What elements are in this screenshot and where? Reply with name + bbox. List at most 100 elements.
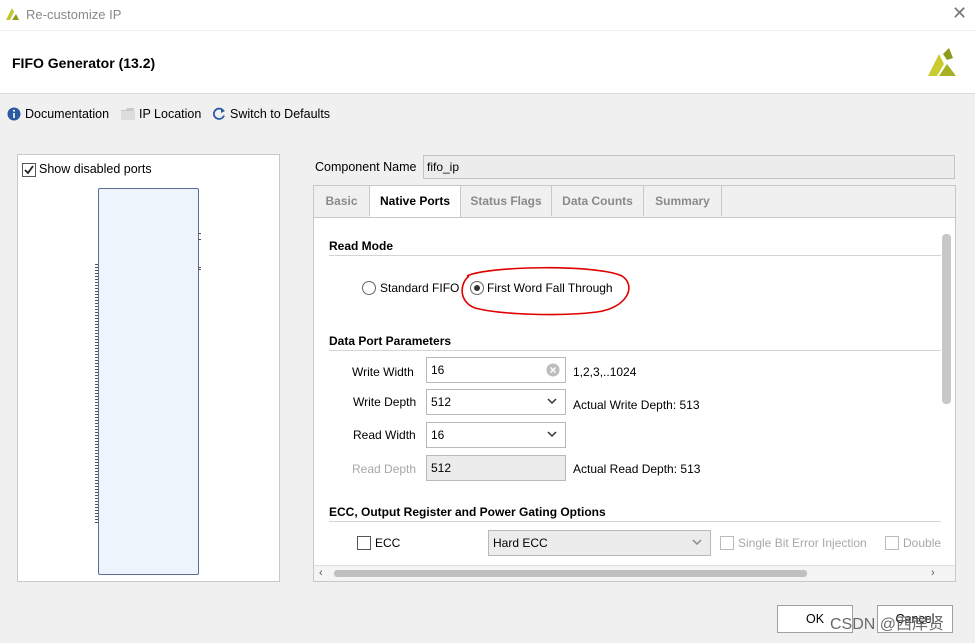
switch-defaults-label: Switch to Defaults: [230, 107, 331, 121]
data-port-divider: [329, 350, 941, 351]
port-pin: [95, 327, 98, 328]
ecc-label: ECC: [375, 536, 401, 550]
port-pin: [95, 315, 98, 316]
info-icon: [7, 107, 21, 121]
tab-data-counts[interactable]: Data Counts: [552, 186, 644, 216]
show-disabled-label: Show disabled ports: [39, 162, 152, 176]
ip-location-button[interactable]: IP Location: [121, 107, 201, 121]
port-pin: [95, 480, 98, 481]
write-depth-select[interactable]: 512: [426, 389, 566, 415]
tab-status-flags[interactable]: Status Flags: [461, 186, 552, 216]
port-pin: [95, 486, 98, 487]
port-pin: [95, 504, 98, 505]
port-pin: [95, 381, 98, 382]
port-pin: [95, 339, 98, 340]
vivado-logo-icon: [6, 8, 19, 20]
port-pin: [198, 239, 201, 240]
port-pin: [95, 510, 98, 511]
double-bit-label: Double: [903, 536, 941, 550]
port-pin: [95, 474, 98, 475]
port-pin: [95, 360, 98, 361]
port-pin: [95, 336, 98, 337]
port-pin: [95, 384, 98, 385]
vertical-scrollbar[interactable]: [942, 234, 951, 404]
standard-fifo-radio[interactable]: [362, 281, 376, 295]
port-pin: [95, 516, 98, 517]
read-depth-value: 512: [431, 461, 452, 475]
read-depth-label: Read Depth: [352, 462, 417, 476]
port-pin: [95, 333, 98, 334]
scroll-left-icon[interactable]: ‹: [319, 567, 323, 579]
window-title: Re-customize IP: [26, 7, 122, 22]
port-pin: [95, 351, 98, 352]
double-bit-checkbox: [885, 536, 899, 550]
documentation-button[interactable]: Documentation: [7, 107, 109, 121]
port-pin: [95, 321, 98, 322]
port-pin: [95, 264, 98, 265]
port-pin: [95, 429, 98, 430]
port-pin: [95, 420, 98, 421]
port-pin: [95, 522, 98, 523]
port-pin: [95, 489, 98, 490]
folder-icon: [121, 108, 135, 120]
port-pin: [95, 348, 98, 349]
close-icon[interactable]: ✕: [952, 4, 967, 22]
tab-summary[interactable]: Summary: [644, 186, 722, 216]
scroll-right-icon[interactable]: ›: [931, 567, 935, 579]
port-pin: [95, 378, 98, 379]
ip-title: FIFO Generator (13.2): [12, 55, 156, 71]
port-pin: [95, 414, 98, 415]
port-pin: [95, 291, 98, 292]
port-pin: [95, 408, 98, 409]
read-width-select[interactable]: 16: [426, 422, 566, 448]
port-pin: [95, 387, 98, 388]
horizontal-scroll-track[interactable]: ‹ ›: [314, 565, 955, 581]
component-name-label: Component Name: [315, 160, 417, 174]
port-pin: [95, 396, 98, 397]
port-pin: [198, 267, 201, 268]
port-pin: [95, 462, 98, 463]
port-pin: [95, 285, 98, 286]
port-pin: [95, 309, 98, 310]
ecc-heading: ECC, Output Register and Power Gating Op…: [329, 505, 606, 519]
read-width-value: 16: [431, 428, 445, 442]
port-pin: [95, 492, 98, 493]
port-pin: [95, 276, 98, 277]
component-name-field[interactable]: fifo_ip: [423, 155, 955, 179]
port-pin: [95, 471, 98, 472]
read-mode-heading: Read Mode: [329, 239, 394, 253]
standard-fifo-label: Standard FIFO: [380, 281, 460, 295]
port-pin: [95, 372, 98, 373]
title-bar: Re-customize IP ✕: [0, 0, 975, 30]
horizontal-scrollbar[interactable]: [334, 570, 807, 577]
xilinx-logo-icon: [928, 48, 956, 76]
write-width-input[interactable]: 16: [426, 357, 566, 383]
clear-icon[interactable]: [546, 363, 560, 377]
tab-bar: Basic Native Ports Status Flags Data Cou…: [314, 186, 955, 218]
port-pin: [95, 507, 98, 508]
component-name-value: fifo_ip: [427, 160, 460, 174]
port-pin: [95, 312, 98, 313]
port-pin: [95, 273, 98, 274]
port-pin: [95, 393, 98, 394]
tab-native-ports[interactable]: Native Ports: [370, 186, 461, 217]
port-pin: [95, 468, 98, 469]
port-pin: [95, 324, 98, 325]
switch-defaults-button[interactable]: Switch to Defaults: [212, 107, 330, 121]
data-port-heading: Data Port Parameters: [329, 334, 452, 348]
port-pin: [95, 441, 98, 442]
port-pin: [198, 233, 201, 234]
show-disabled-checkbox[interactable]: [22, 163, 36, 177]
port-pin: [198, 269, 201, 270]
documentation-label: Documentation: [25, 107, 110, 121]
port-pin: [95, 456, 98, 457]
tab-basic[interactable]: Basic: [314, 186, 370, 216]
ecc-type-select: Hard ECC: [488, 530, 711, 556]
port-pin: [95, 345, 98, 346]
port-pin: [95, 354, 98, 355]
port-pin: [95, 270, 98, 271]
chevron-down-icon: [692, 539, 702, 546]
port-pin: [95, 513, 98, 514]
red-annotation-circle: [461, 266, 630, 316]
ecc-checkbox[interactable]: [357, 536, 371, 550]
